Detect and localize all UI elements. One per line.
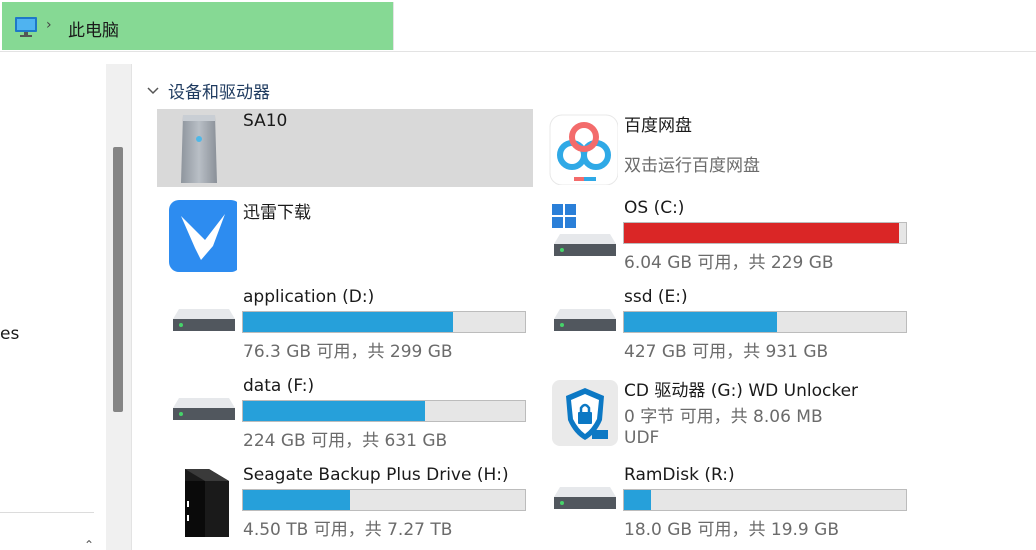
drive-name: ssd (E:) — [624, 287, 688, 307]
drive-tile-d[interactable]: application (D:) 76.3 GB 可用，共 299 GB — [157, 285, 533, 363]
computer-icon — [15, 17, 37, 37]
group-title: 设备和驱动器 — [168, 83, 270, 103]
drive-usage-fill — [624, 490, 651, 510]
drive-tile-h[interactable]: Seagate Backup Plus Drive (H:) 4.50 TB 可… — [157, 463, 533, 541]
chevron-down-icon[interactable] — [146, 84, 160, 98]
xunlei-bird-icon — [169, 200, 237, 272]
device-name: 百度网盘 — [624, 116, 692, 136]
drive-usage-fill — [243, 401, 425, 421]
drive-usage-fill — [624, 312, 777, 332]
device-name: SA10 — [243, 111, 288, 131]
nav-divider — [0, 512, 94, 513]
drive-usage-bar — [242, 311, 526, 333]
drive-usage-bar — [242, 489, 526, 511]
baidu-netdisk-icon — [549, 114, 618, 185]
address-bar[interactable]: › 此电脑 — [0, 0, 1036, 52]
drive-tile-r[interactable]: RamDisk (R:) 18.0 GB 可用，共 19.9 GB — [538, 463, 914, 541]
drive-name: OS (C:) — [624, 198, 685, 218]
drive-free-space: 0 字节 可用，共 8.06 MB — [624, 407, 823, 427]
drive-name: data (F:) — [243, 376, 315, 396]
drive-usage-fill — [243, 312, 454, 332]
drive-name: Seagate Backup Plus Drive (H:) — [243, 465, 509, 485]
drive-free-space: 224 GB 可用，共 631 GB — [243, 431, 448, 451]
device-tile-sa10[interactable]: SA10 — [157, 109, 533, 187]
device-name: 迅雷下载 — [243, 203, 311, 223]
drive-usage-bar — [623, 311, 907, 333]
drive-tile-c[interactable]: OS (C:) 6.04 GB 可用，共 229 GB — [538, 196, 914, 274]
device-description: 双击运行百度网盘 — [624, 156, 760, 176]
wd-shield-lock-icon — [552, 380, 618, 446]
drive-usage-fill — [243, 490, 351, 510]
device-tile-xunlei[interactable]: 迅雷下载 — [157, 196, 533, 274]
breadcrumb-this-pc[interactable]: 此电脑 — [68, 16, 119, 41]
hard-drive-icon — [173, 309, 235, 331]
hard-drive-icon — [554, 309, 616, 331]
hard-drive-icon — [554, 487, 616, 509]
drive-filesystem: UDF — [624, 428, 660, 448]
address-input[interactable] — [393, 2, 1036, 50]
drive-free-space: 4.50 TB 可用，共 7.27 TB — [243, 520, 453, 540]
drive-name: application (D:) — [243, 287, 375, 307]
drive-tile-e[interactable]: ssd (E:) 427 GB 可用，共 931 GB — [538, 285, 914, 363]
hard-drive-icon — [173, 398, 235, 420]
windows-drive-icon — [552, 204, 616, 256]
pin-icon: ⌃ — [84, 538, 95, 550]
nav-scrollbar-thumb[interactable] — [113, 147, 123, 412]
navigation-pane[interactable]: es ⌃ — [0, 52, 106, 550]
drive-tile-g[interactable]: CD 驱动器 (G:) WD Unlocker 0 字节 可用，共 8.06 M… — [538, 374, 914, 452]
drive-name: CD 驱动器 (G:) WD Unlocker — [624, 381, 859, 401]
group-header-devices[interactable]: 设备和驱动器 — [146, 78, 270, 103]
drive-free-space: 76.3 GB 可用，共 299 GB — [243, 342, 453, 362]
drive-free-space: 427 GB 可用，共 931 GB — [624, 342, 829, 362]
drive-free-space: 18.0 GB 可用，共 19.9 GB — [624, 520, 839, 540]
drive-name: RamDisk (R:) — [624, 465, 735, 485]
nav-item-label[interactable]: es — [0, 324, 19, 344]
drive-usage-bar — [623, 222, 907, 244]
pane-divider[interactable] — [131, 64, 132, 550]
drive-usage-bar — [242, 400, 526, 422]
drive-tile-f[interactable]: data (F:) 224 GB 可用，共 631 GB — [157, 374, 533, 452]
breadcrumb-separator[interactable]: › — [46, 17, 52, 33]
server-drive-icon — [181, 115, 217, 183]
drive-free-space: 6.04 GB 可用，共 229 GB — [624, 253, 834, 273]
breadcrumb[interactable]: › 此电脑 — [2, 2, 393, 50]
device-tile-baidu-netdisk[interactable]: 百度网盘 双击运行百度网盘 — [538, 109, 914, 187]
drive-usage-fill — [624, 223, 899, 243]
external-drive-icon — [185, 469, 229, 537]
drive-usage-bar — [623, 489, 907, 511]
